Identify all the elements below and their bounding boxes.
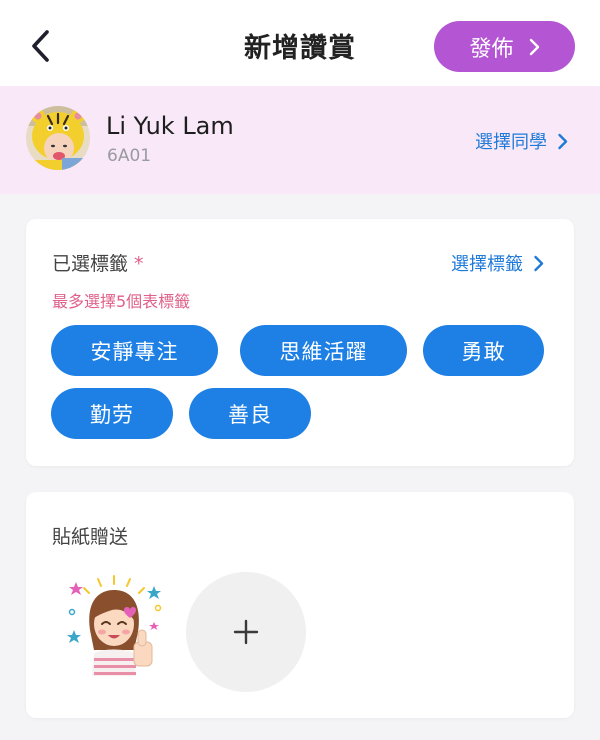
chevron-right-icon [558,133,568,149]
tag-chip[interactable]: 安靜專注 [51,325,218,376]
tag-chip[interactable]: 勇敢 [423,325,544,376]
sticker-card: 貼紙贈送 [26,492,574,718]
tags-card: 已選標籤 * 選擇標籤 最多選擇5個表標籤 安靜專注 思維活躍 勇敢 勤劳 善良 [26,219,574,466]
student-name: Li Yuk Lam [106,112,234,140]
publish-button[interactable]: 發佈 [434,21,575,72]
select-student-label: 選擇同學 [475,132,547,153]
select-tags-link[interactable]: 選擇標籤 [451,250,544,276]
publish-button-label: 發佈 [469,36,514,62]
avatar [26,106,90,170]
chevron-right-icon [529,38,539,55]
tag-chip[interactable]: 思維活躍 [240,325,407,376]
chevron-right-icon [534,255,544,271]
tags-section-label: 已選標籤 * [52,249,144,276]
max-tags-hint: 最多選擇5個表標籤 [52,292,191,311]
tag-chip[interactable]: 善良 [189,388,311,439]
tags-label-text: 已選標籤 [52,253,129,275]
select-tags-label: 選擇標籤 [451,254,523,275]
sticker-thumbs-up[interactable] [62,572,166,676]
student-class: 6A01 [107,146,152,166]
top-bar: 新增讚賞 發佈 [0,0,600,86]
sticker-section-label: 貼紙贈送 [52,526,129,548]
required-mark: * [134,253,144,275]
tag-chip[interactable]: 勤劳 [51,388,173,439]
plus-icon [233,619,259,645]
add-sticker-button[interactable] [186,572,306,692]
select-student-link[interactable]: 選擇同學 [475,128,568,154]
